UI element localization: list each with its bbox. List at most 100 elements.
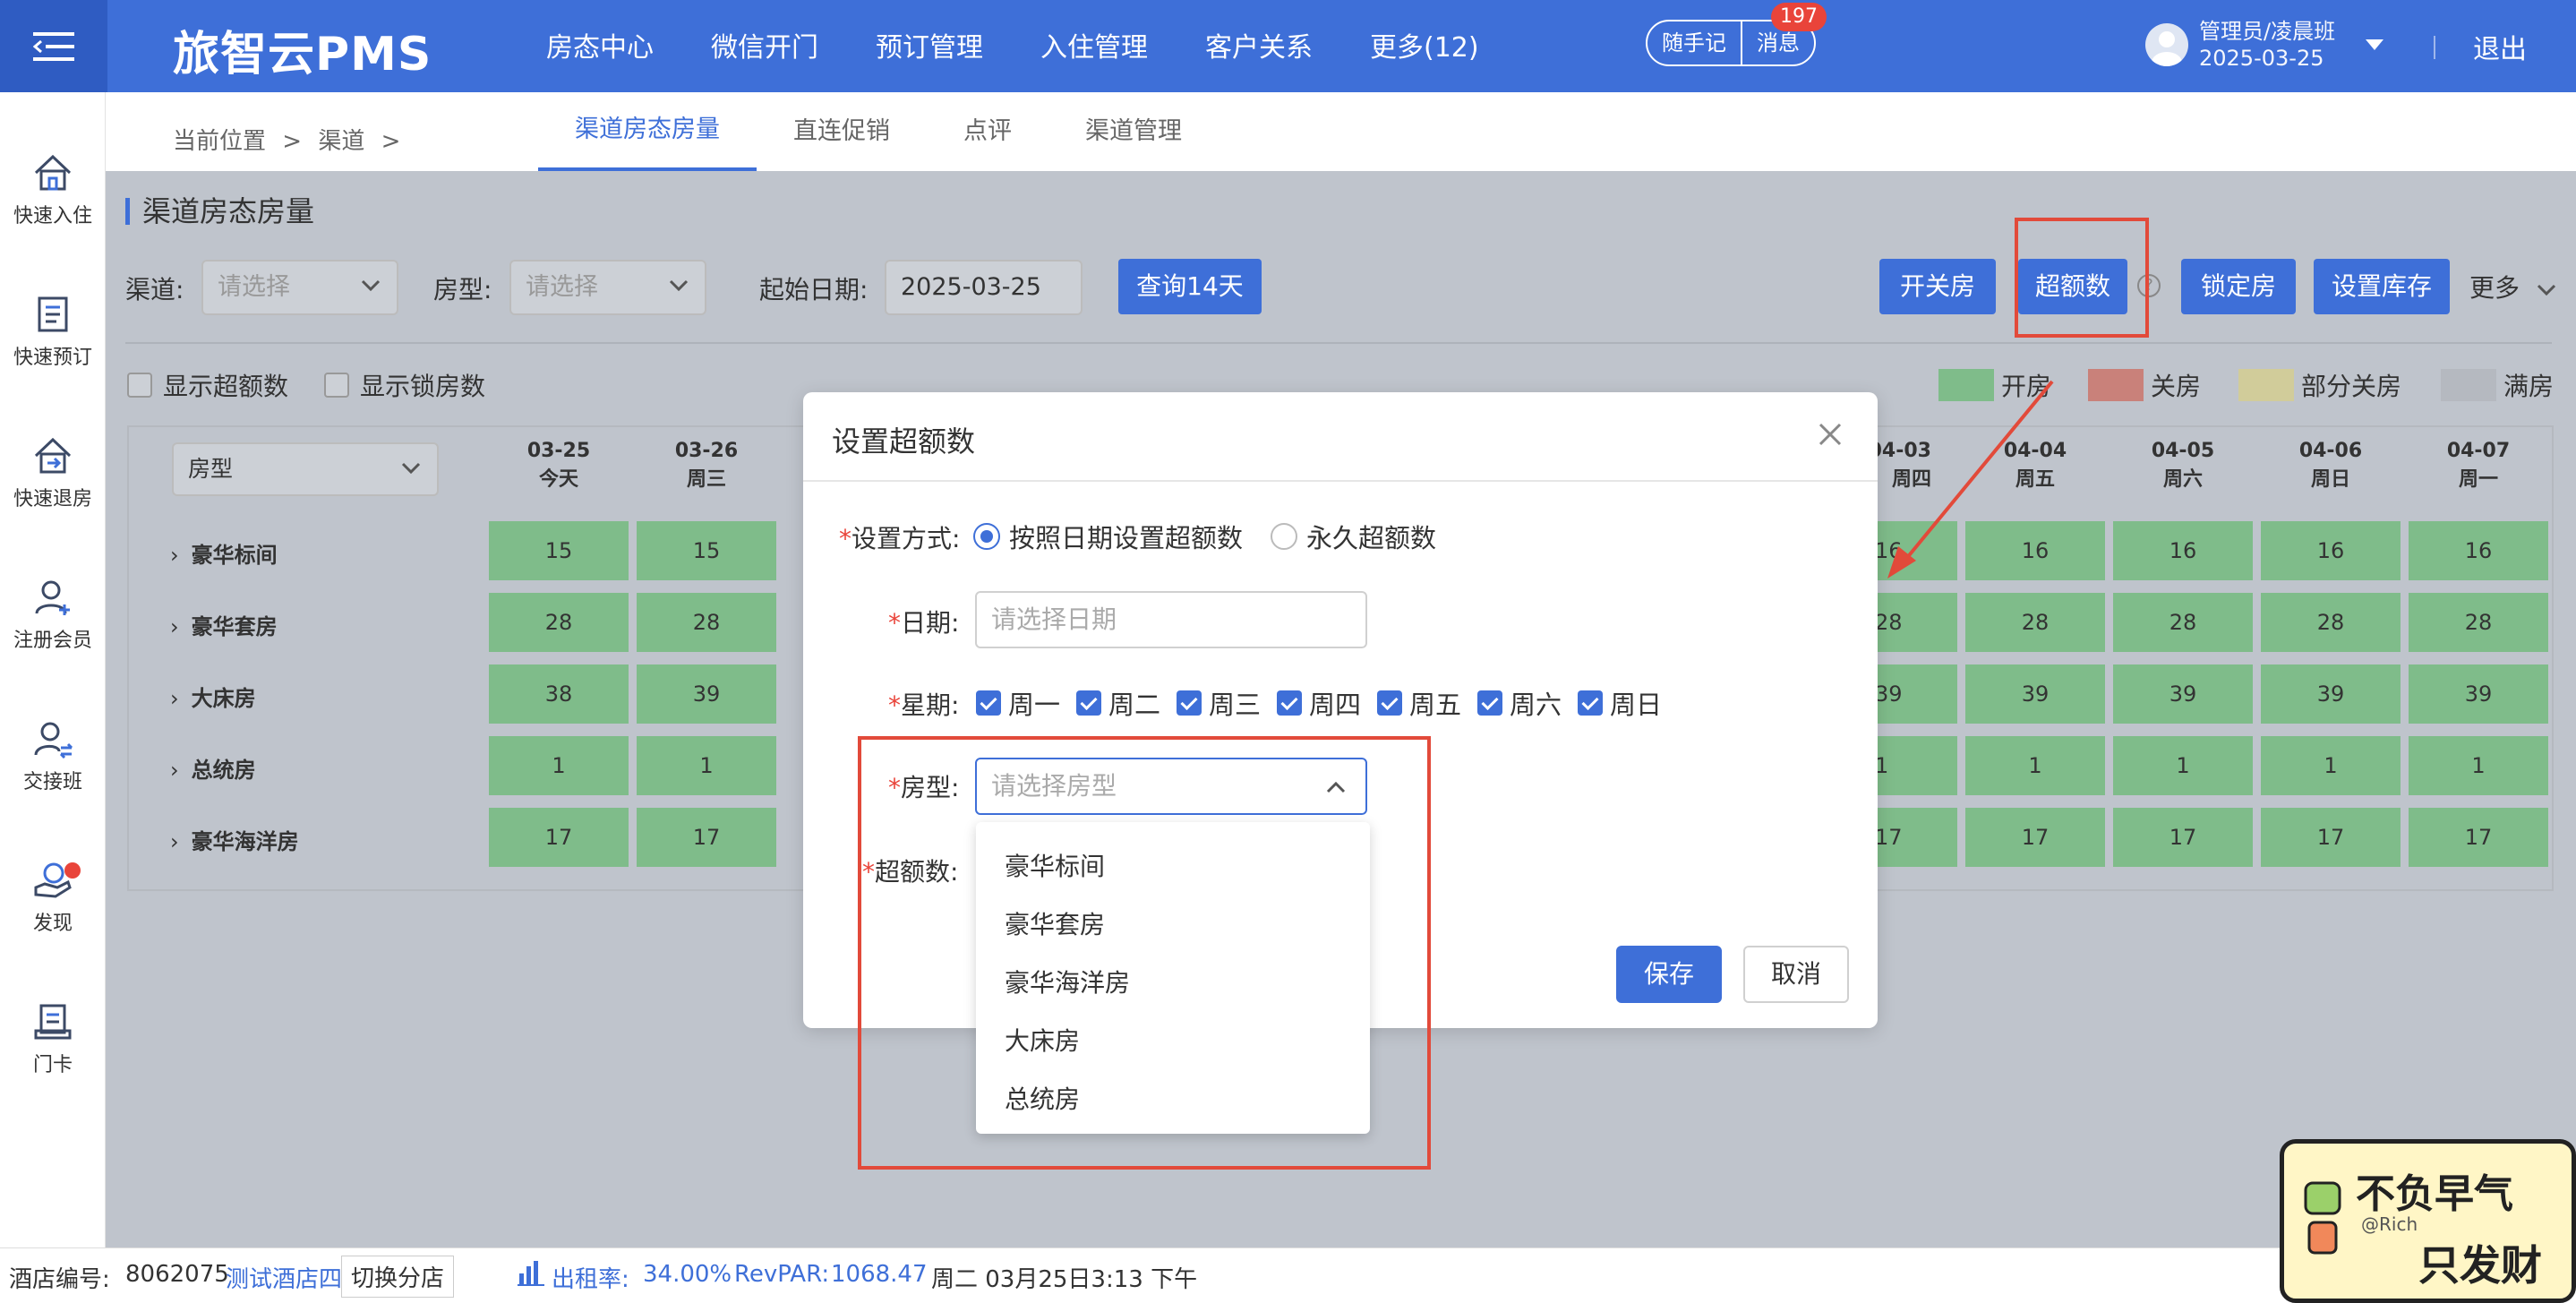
- date-column-header: 04-07 周一: [2407, 437, 2550, 494]
- availability-cell[interactable]: 17: [2261, 808, 2401, 867]
- availability-cell[interactable]: 28: [489, 593, 629, 652]
- availability-cell[interactable]: 16: [2409, 521, 2548, 580]
- availability-cell[interactable]: 39: [637, 664, 776, 724]
- roomtype-label: 房型:: [433, 275, 492, 304]
- switch-branch-button[interactable]: 切换分店: [341, 1256, 455, 1298]
- date-input[interactable]: 请选择日期: [975, 591, 1367, 648]
- set-stock-button[interactable]: 设置库存: [2314, 259, 2450, 314]
- nav-more[interactable]: 更多(12): [1370, 25, 1479, 64]
- availability-cell[interactable]: 38: [489, 664, 629, 724]
- availability-cell[interactable]: 17: [2113, 808, 2253, 867]
- availability-cell[interactable]: 28: [2261, 593, 2401, 652]
- availability-cell[interactable]: 1: [1965, 736, 2105, 795]
- availability-cell[interactable]: 28: [2113, 593, 2253, 652]
- availability-cell[interactable]: 17: [637, 808, 776, 867]
- availability-cell[interactable]: 39: [1965, 664, 2105, 724]
- sidebar-item-shift-handover[interactable]: 交接班: [0, 719, 106, 794]
- sidebar-item-quick-booking[interactable]: 快速预订: [0, 295, 106, 370]
- day-label: 周六: [2162, 468, 2203, 491]
- status-bar: 酒店编号: 8062075 测试酒店四 切换分店 出租率: 34.00% Rev…: [0, 1247, 2576, 1303]
- grid-row-roomtype[interactable]: › 豪华套房: [170, 609, 278, 640]
- weekday-checkbox-wed[interactable]: 周三: [1177, 684, 1261, 722]
- breadcrumb-channel[interactable]: 渠道: [318, 128, 364, 155]
- availability-cell[interactable]: 17: [489, 808, 629, 867]
- startdate-input[interactable]: 2025-03-25: [885, 260, 1083, 315]
- availability-cell[interactable]: 15: [637, 521, 776, 580]
- availability-cell[interactable]: 28: [637, 593, 776, 652]
- weekday-checkbox-sat[interactable]: 周六: [1477, 684, 1562, 722]
- tab-channel-room-status[interactable]: 渠道房态房量: [538, 92, 757, 171]
- tab-channel-management[interactable]: 渠道管理: [1048, 92, 1219, 171]
- nav-crm[interactable]: 客户关系: [1205, 25, 1313, 64]
- sidebar-item-room-card[interactable]: 门卡: [0, 1002, 106, 1077]
- availability-cell[interactable]: 1: [489, 736, 629, 795]
- channel-select[interactable]: 请选择: [201, 260, 398, 315]
- tab-reviews[interactable]: 点评: [927, 92, 1048, 171]
- roomtype-name: 豪华海洋房: [191, 829, 299, 854]
- tab-direct-promotion[interactable]: 直连促销: [757, 92, 927, 171]
- show-overbook-checkbox[interactable]: 显示超额数: [127, 367, 288, 403]
- show-locked-checkbox[interactable]: 显示锁房数: [324, 367, 485, 403]
- cancel-button[interactable]: 取消: [1743, 946, 1849, 1003]
- user-swap-icon: [34, 722, 73, 759]
- availability-cell[interactable]: 16: [2113, 521, 2253, 580]
- legend-swatch-full: [2441, 369, 2496, 401]
- sidebar-item-quick-checkout[interactable]: 快速退房: [0, 436, 106, 511]
- availability-cell[interactable]: 1: [2113, 736, 2253, 795]
- sidebar-item-register-member[interactable]: 注册会员: [0, 578, 106, 653]
- roomtype-select[interactable]: 请选择: [509, 260, 706, 315]
- more-button[interactable]: 更多: [2469, 269, 2556, 304]
- user-menu[interactable]: 管理员/凌晨班 2025-03-25: [2145, 18, 2384, 72]
- availability-cell[interactable]: 1: [2409, 736, 2548, 795]
- nav-room-status[interactable]: 房态中心: [546, 25, 654, 64]
- grid-row-roomtype[interactable]: › 总统房: [170, 752, 256, 784]
- availability-cell[interactable]: 39: [2409, 664, 2548, 724]
- datetime: 周二 03月25日3:13 下午: [931, 1266, 1198, 1293]
- nav-checkin[interactable]: 入住管理: [1040, 25, 1148, 64]
- weekday-checkbox-mon[interactable]: 周一: [976, 684, 1060, 722]
- nav-booking[interactable]: 预订管理: [876, 25, 983, 64]
- hotel-name[interactable]: 测试酒店四: [226, 1261, 342, 1294]
- lock-room-button[interactable]: 锁定房: [2181, 259, 2296, 314]
- availability-cell[interactable]: 39: [2113, 664, 2253, 724]
- date-label: 04-07: [2446, 440, 2511, 462]
- weekday-checkbox-thu[interactable]: 周四: [1277, 684, 1361, 722]
- day-label: 周三: [686, 468, 726, 491]
- availability-cell[interactable]: 16: [2261, 521, 2401, 580]
- availability-cell[interactable]: 17: [2409, 808, 2548, 867]
- toggle-room-button[interactable]: 开关房: [1879, 259, 1996, 314]
- nav-wechat-door[interactable]: 微信开门: [711, 25, 818, 64]
- close-icon[interactable]: [1817, 421, 1844, 448]
- availability-cell[interactable]: 39: [2261, 664, 2401, 724]
- radio-by-date[interactable]: 按照日期设置超额数: [973, 518, 1243, 555]
- availability-cell[interactable]: 1: [637, 736, 776, 795]
- menu-toggle-button[interactable]: [0, 0, 107, 92]
- availability-cell[interactable]: 28: [1965, 593, 2105, 652]
- sidebar-item-label: 门卡: [32, 1054, 73, 1076]
- availability-cell[interactable]: 28: [2409, 593, 2548, 652]
- save-button[interactable]: 保存: [1616, 946, 1722, 1003]
- availability-cell[interactable]: 15: [489, 521, 629, 580]
- weekday-checkbox-sun[interactable]: 周日: [1578, 684, 1662, 722]
- query-14-days-button[interactable]: 查询14天: [1118, 259, 1262, 314]
- grid-row-roomtype[interactable]: › 豪华标间: [170, 537, 278, 569]
- required-mark: *: [888, 690, 901, 720]
- logout-button[interactable]: 退出: [2473, 27, 2527, 66]
- chevron-down-icon: [669, 279, 689, 292]
- breadcrumb-sep: >: [381, 128, 401, 155]
- availability-cell[interactable]: 1: [2261, 736, 2401, 795]
- sidebar-item-discover[interactable]: 发现: [0, 861, 106, 936]
- radio-permanent[interactable]: 永久超额数: [1271, 518, 1436, 555]
- expand-chevron-icon: ›: [170, 758, 179, 783]
- grid-roomtype-select[interactable]: 房型: [172, 442, 439, 496]
- sidebar-item-quick-checkin[interactable]: 快速入住: [0, 153, 106, 228]
- weekday-label: 周日: [1610, 690, 1663, 720]
- weekday-checkbox-tue[interactable]: 周二: [1076, 684, 1160, 722]
- grid-row-roomtype[interactable]: › 大床房: [170, 681, 256, 712]
- availability-cell[interactable]: 17: [1965, 808, 2105, 867]
- checkbox-checked: [1177, 690, 1202, 716]
- grid-row-roomtype[interactable]: › 豪华海洋房: [170, 824, 299, 855]
- legend-full: 满房: [2441, 367, 2554, 403]
- notes-button[interactable]: 随手记: [1647, 21, 1741, 64]
- weekday-checkbox-fri[interactable]: 周五: [1377, 684, 1461, 722]
